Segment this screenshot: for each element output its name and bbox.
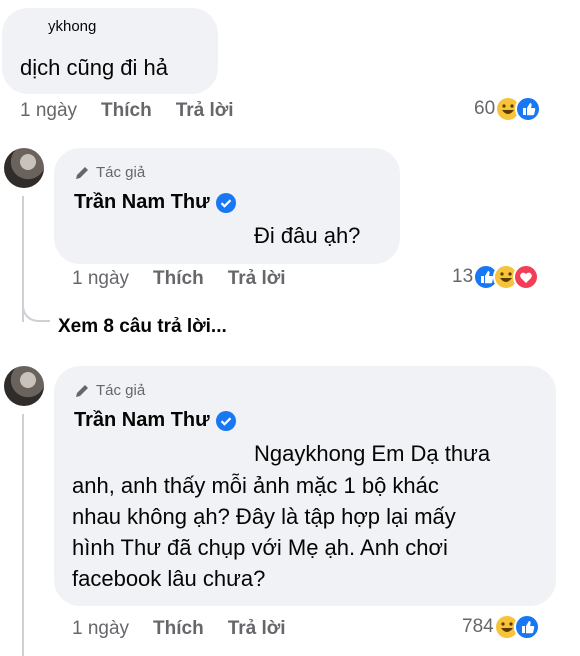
- see-more-replies-link[interactable]: Xem 8 câu trả lời...: [58, 316, 227, 338]
- pencil-icon: [76, 166, 88, 179]
- reply-timestamp[interactable]: 1 ngày: [72, 618, 129, 640]
- reply-text: Đi đâu ạh?: [254, 223, 361, 248]
- like-button[interactable]: Thích: [153, 618, 204, 640]
- reaction-count: 60: [474, 98, 496, 119]
- avatar[interactable]: [4, 366, 44, 406]
- reaction-summary[interactable]: 784: [462, 614, 540, 640]
- author-badge-label: Tác giả: [96, 382, 146, 399]
- author-badge: Tác giả: [74, 164, 145, 181]
- reply-button[interactable]: Trả lời: [228, 268, 286, 290]
- comment-timestamp[interactable]: 1 ngày: [20, 100, 77, 122]
- comment-text: dịch cũng đi hả: [20, 55, 168, 80]
- author-badge-label: Tác giả: [96, 164, 146, 181]
- reply-text-line: nhau không ạh? Đây là tập hợp lại mấy: [72, 504, 456, 529]
- redaction-mask: [68, 444, 246, 466]
- reaction-summary[interactable]: 60: [474, 96, 542, 122]
- like-button[interactable]: Thích: [153, 268, 204, 290]
- author-badge: Tác giả: [74, 382, 145, 399]
- like-button[interactable]: Thích: [101, 100, 152, 122]
- reply-text-line: hình Thư đã chụp với Mẹ ạh. Anh chơi: [72, 535, 448, 560]
- reaction-count: 13: [452, 266, 474, 287]
- verified-badge-icon: [215, 410, 236, 431]
- reply-bubble: Tác giả Trần Nam Thư Ngaykhong Em Dạ thư…: [54, 366, 556, 606]
- comment-bubble: ykhong dịch cũng đi hả: [2, 8, 218, 94]
- reaction-count: 784: [462, 616, 494, 637]
- redaction-mask: [14, 22, 50, 34]
- thread-connector-hook: [22, 292, 50, 322]
- comment-partial-top-text: ykhong: [48, 18, 97, 35]
- reply-timestamp[interactable]: 1 ngày: [72, 268, 129, 290]
- reply-actions: 1 ngày Thích Trả lời: [72, 618, 286, 640]
- author-name-text[interactable]: Trần Nam Thư: [74, 191, 210, 214]
- reply-text-line: anh, anh thấy mỗi ảnh mặc 1 bộ khác: [72, 473, 439, 498]
- redaction-mask: [152, 22, 180, 34]
- reply-actions: 1 ngày Thích Trả lời: [72, 268, 286, 290]
- love-reaction-icon: [513, 264, 540, 290]
- like-reaction-icon: [513, 614, 540, 640]
- reply-button[interactable]: Trả lời: [176, 100, 234, 122]
- comment-actions: 1 ngày Thích Trả lời: [20, 100, 234, 122]
- author-name[interactable]: Trần Nam Thư: [74, 409, 236, 432]
- reaction-summary[interactable]: 13: [452, 264, 540, 290]
- reply-bubble: Tác giả Trần Nam Thư Đi đâu ạh?: [54, 148, 400, 264]
- pencil-icon: [76, 384, 88, 397]
- avatar[interactable]: [4, 148, 44, 188]
- author-name[interactable]: Trần Nam Thư: [74, 191, 236, 214]
- reply-text-line: facebook lâu chưa?: [72, 566, 266, 591]
- reply-text-line: Ngaykhong Em Dạ thưa: [254, 441, 491, 466]
- verified-badge-icon: [215, 192, 236, 213]
- thread-connector: [22, 414, 24, 656]
- like-reaction-icon: [515, 96, 542, 122]
- author-name-text[interactable]: Trần Nam Thư: [74, 409, 210, 432]
- redaction-mask: [68, 226, 248, 248]
- reply-button[interactable]: Trả lời: [228, 618, 286, 640]
